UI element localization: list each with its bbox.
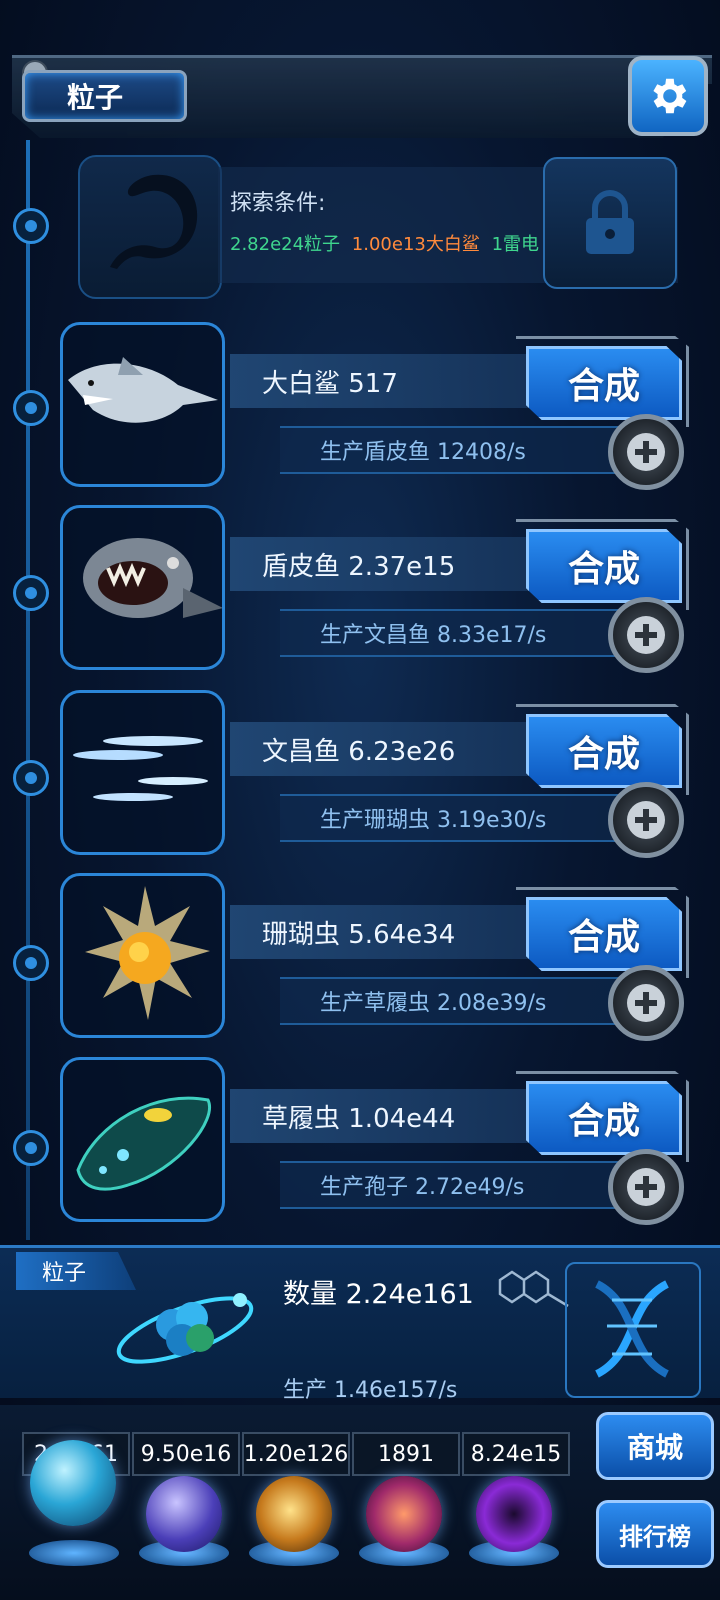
condition-shark: 1.00e13大白鲨 xyxy=(351,234,480,255)
creature-production: 生产草履虫 2.08e39/s xyxy=(280,977,640,1025)
condition-thunder: 1雷电 xyxy=(491,234,540,255)
merge-button[interactable]: 合成 xyxy=(526,897,682,971)
creature-production: 生产盾皮鱼 12408/s xyxy=(280,426,640,474)
particle-production: 生产 1.46e157/s xyxy=(283,1378,458,1403)
merge-button[interactable]: 合成 xyxy=(526,529,682,603)
creature-row-paramecium: 草履虫 1.04e44 合成 生产孢子 2.72e49/s xyxy=(60,1057,700,1227)
paramecium-icon xyxy=(76,1096,211,1191)
lock-icon xyxy=(586,190,634,254)
galaxy-orb-icon[interactable] xyxy=(256,1476,332,1552)
coral-polyp-icon xyxy=(85,886,210,1020)
locked-creature-silhouette xyxy=(78,155,222,299)
progress-rail xyxy=(26,140,30,1240)
plus-icon xyxy=(627,616,665,654)
creature-portrait xyxy=(60,873,225,1038)
brain-orb-icon[interactable] xyxy=(366,1476,442,1552)
currency-thunder: 9.50e16 xyxy=(132,1432,240,1476)
rail-lock-node xyxy=(13,208,49,244)
rail-node xyxy=(13,760,49,796)
creature-portrait xyxy=(60,322,225,487)
add-button[interactable] xyxy=(608,1149,684,1225)
lancelet-icon xyxy=(73,736,208,801)
creature-portrait xyxy=(60,505,225,670)
dna-icon xyxy=(595,1280,669,1378)
salamander-silhouette-icon xyxy=(110,174,198,269)
add-button[interactable] xyxy=(608,414,684,490)
ranking-button[interactable]: 排行榜 xyxy=(596,1500,714,1568)
condition-particles: 2.82e24粒子 xyxy=(230,234,341,255)
rail-node xyxy=(13,390,49,426)
plus-icon xyxy=(627,1168,665,1206)
merge-button[interactable]: 合成 xyxy=(526,714,682,788)
creature-row-lancelet: 文昌鱼 6.23e26 合成 生产珊瑚虫 3.19e30/s xyxy=(60,690,700,860)
particle-count: 数量 2.24e161 xyxy=(283,1279,474,1310)
pedestal xyxy=(29,1540,119,1566)
rail-node xyxy=(13,575,49,611)
creature-production: 生产珊瑚虫 3.19e30/s xyxy=(280,794,640,842)
unlock-button[interactable] xyxy=(543,157,677,289)
add-button[interactable] xyxy=(608,965,684,1041)
currency-portal: 8.24e15 xyxy=(462,1432,570,1476)
creature-row-coral-polyp: 珊瑚虫 5.64e34 合成 生产草履虫 2.08e39/s xyxy=(60,873,700,1043)
page-title: 粒子 xyxy=(22,70,187,122)
shark-icon xyxy=(68,357,218,423)
shop-button[interactable]: 商城 xyxy=(596,1412,714,1480)
creature-portrait xyxy=(60,1057,225,1222)
rail-node xyxy=(13,1130,49,1166)
currency-galaxy: 1.20e126 xyxy=(242,1432,350,1476)
add-button[interactable] xyxy=(608,782,684,858)
creature-portrait xyxy=(60,690,225,855)
settings-button[interactable] xyxy=(628,56,708,136)
rail-node xyxy=(13,945,49,981)
portal-orb-icon[interactable] xyxy=(476,1476,552,1552)
plus-icon xyxy=(627,984,665,1022)
particle-orb-icon[interactable] xyxy=(30,1440,116,1526)
gear-icon xyxy=(653,78,687,114)
unlock-conditions-title: 探索条件: xyxy=(230,191,326,216)
creature-row-shark: 大白鲨 517 合成 生产盾皮鱼 12408/s xyxy=(60,322,700,492)
thunder-orb-icon[interactable] xyxy=(146,1476,222,1552)
unlock-conditions: 2.82e24粒子 1.00e13大白鲨 1雷电 xyxy=(230,230,539,256)
dna-panel xyxy=(565,1262,701,1398)
locked-creature-row: 探索条件: 2.82e24粒子 1.00e13大白鲨 1雷电 xyxy=(78,155,678,299)
merge-button[interactable]: 合成 xyxy=(526,1081,682,1155)
top-bar: 粒子 xyxy=(0,0,720,140)
plus-icon xyxy=(627,801,665,839)
currency-brain: 1891 xyxy=(352,1432,460,1476)
creature-production: 生产孢子 2.72e49/s xyxy=(280,1161,640,1209)
atom-icon xyxy=(116,1293,254,1364)
creature-row-dunkleosteus: 盾皮鱼 2.37e15 合成 生产文昌鱼 8.33e17/s xyxy=(60,505,700,675)
creature-production: 生产文昌鱼 8.33e17/s xyxy=(280,609,640,657)
merge-button[interactable]: 合成 xyxy=(526,346,682,420)
dunkleosteus-icon xyxy=(83,538,222,618)
molecule-icon xyxy=(498,1270,569,1308)
plus-icon xyxy=(627,433,665,471)
add-button[interactable] xyxy=(608,597,684,673)
